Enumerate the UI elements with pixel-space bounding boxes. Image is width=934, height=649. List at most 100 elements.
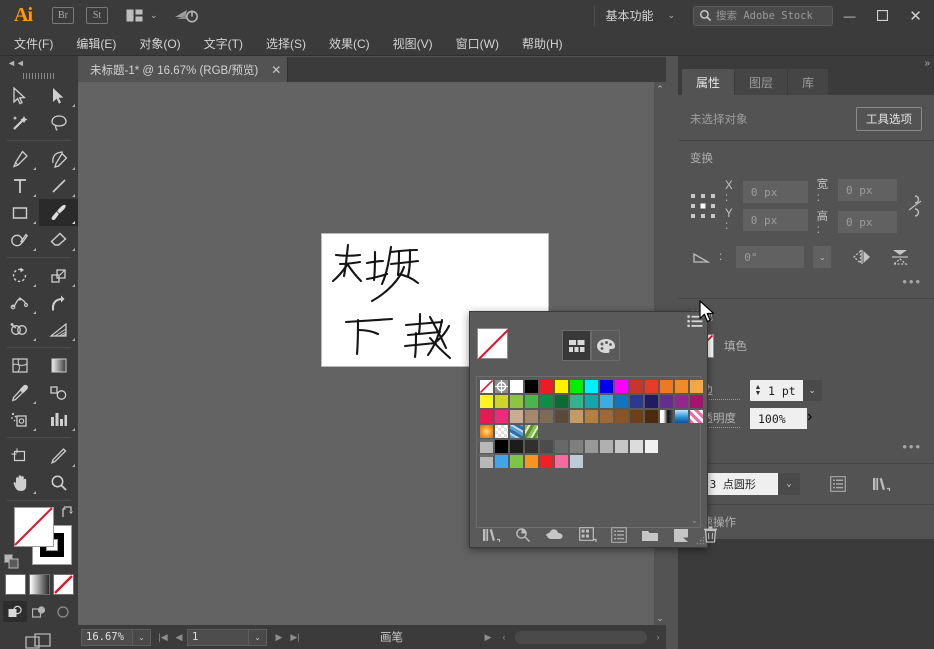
cloud-library-icon[interactable] [545, 528, 565, 542]
close-icon[interactable]: ✕ [271, 63, 281, 77]
blend-tool[interactable] [39, 379, 78, 406]
curvature-tool[interactable] [39, 145, 78, 172]
tab-libraries[interactable]: 库 [788, 69, 829, 95]
zoom-tool[interactable] [39, 469, 78, 496]
menu-item-type[interactable]: 文字(T) [204, 35, 243, 52]
status-menu-button[interactable]: ▶ [480, 629, 496, 646]
crimson-swatch[interactable] [479, 409, 494, 424]
new-swatch-icon[interactable] [673, 528, 689, 543]
tab-layers[interactable]: 图层 [735, 69, 788, 95]
swatches-scroll-down[interactable]: ⌄ [689, 516, 700, 525]
fill-color-box[interactable] [14, 507, 54, 547]
bridge-button[interactable]: Br [46, 0, 80, 31]
white-swatch[interactable] [509, 379, 524, 394]
gray-30-swatch[interactable] [539, 439, 554, 454]
menu-item-view[interactable]: 视图(V) [393, 35, 433, 52]
flip-vertical-icon[interactable] [891, 248, 909, 266]
black-swatch[interactable] [524, 379, 539, 394]
none-swatch[interactable] [479, 379, 494, 394]
menu-item-edit[interactable]: 编辑(E) [76, 35, 116, 52]
line-segment-tool[interactable] [39, 172, 78, 199]
swatches-panel[interactable]: ⌃ ⌄ [469, 311, 717, 548]
bright-green-swatch[interactable] [509, 454, 524, 469]
folder-icon[interactable] [641, 528, 659, 543]
paintbrush-tool[interactable] [39, 199, 78, 226]
workspace-switcher[interactable]: 基本功能 ⌄ [594, 4, 681, 27]
bright-blue-swatch[interactable] [494, 454, 509, 469]
color-group-2-icon[interactable] [479, 454, 494, 469]
trash-icon[interactable] [703, 527, 718, 543]
symbol-sprayer-tool[interactable] [0, 406, 39, 433]
panel-collapse-button[interactable]: » [924, 58, 930, 69]
blue-swatch[interactable] [599, 379, 614, 394]
x-input[interactable]: 0 px [742, 181, 808, 203]
cloud-sync-button[interactable] [174, 0, 198, 31]
scale-tool[interactable] [39, 262, 78, 289]
draw-inside-button[interactable] [51, 601, 75, 622]
lime-swatch[interactable] [509, 394, 524, 409]
flip-horizontal-icon[interactable] [852, 249, 872, 265]
magenta-swatch[interactable] [614, 379, 629, 394]
swatches-view-button[interactable] [562, 330, 591, 361]
bright-red-swatch[interactable] [539, 454, 554, 469]
gray-40-swatch[interactable] [554, 439, 569, 454]
y-input[interactable]: 0 px [742, 209, 808, 231]
perspective-grid-tool[interactable] [39, 316, 78, 343]
green-texture-pattern-swatch[interactable] [524, 424, 539, 439]
checker-pattern-swatch[interactable] [494, 424, 509, 439]
document-tab[interactable]: 未标题-1* @ 16.67% (RGB/预览) ✕ [78, 57, 289, 82]
green-swatch[interactable] [569, 379, 584, 394]
direct-selection-tool[interactable] [39, 82, 78, 109]
next-artboard-button[interactable]: ▶ [271, 629, 287, 646]
maximize-button[interactable] [866, 0, 899, 31]
minimize-button[interactable]: — [833, 0, 866, 31]
arrange-documents-button[interactable]: ⌄ [114, 0, 158, 31]
last-artboard-button[interactable]: ▶| [287, 629, 303, 646]
shape-builder-tool[interactable] [0, 316, 39, 343]
bright-orange-swatch[interactable] [524, 454, 539, 469]
eraser-tool[interactable] [39, 226, 78, 253]
yellow-swatch[interactable] [554, 379, 569, 394]
stock-button[interactable]: St [80, 0, 114, 31]
transform-more-options-button[interactable]: ••• [690, 274, 922, 289]
green2-swatch[interactable] [524, 394, 539, 409]
width-input[interactable]: 0 px [838, 179, 898, 201]
height-input[interactable]: 0 px [838, 211, 898, 233]
swatches-scroll-up[interactable]: ⌃ [689, 379, 700, 388]
white-black-gradient-swatch[interactable] [659, 409, 674, 424]
caramel-swatch[interactable] [584, 409, 599, 424]
menu-item-effect[interactable]: 效果(C) [329, 35, 370, 52]
gradient-tool[interactable] [39, 352, 78, 379]
yellow2-swatch[interactable] [479, 394, 494, 409]
rotate-tool[interactable] [0, 262, 39, 289]
appearance-more-options-button[interactable]: ••• [690, 439, 922, 454]
swatches-grid-container[interactable]: ⌃ ⌄ [476, 376, 704, 528]
constrain-proportions-broken-icon[interactable] [908, 194, 922, 218]
menu-item-window[interactable]: 窗口(W) [456, 35, 499, 52]
brick-swatch[interactable] [629, 379, 644, 394]
brush-libraries-icon[interactable] [872, 476, 891, 492]
pen-tool[interactable] [0, 145, 39, 172]
tool-options-button[interactable]: 工具选项 [856, 107, 922, 131]
first-artboard-button[interactable]: |◀ [155, 629, 171, 646]
tools-collapse-button[interactable]: ◄◄ [0, 56, 78, 70]
darknavy-swatch[interactable] [644, 394, 659, 409]
bronze-swatch[interactable] [599, 409, 614, 424]
swatch-libraries-icon[interactable] [482, 527, 501, 543]
panel-menu-icon[interactable] [687, 315, 703, 328]
darkgreen-swatch[interactable] [554, 394, 569, 409]
free-transform-tool[interactable] [39, 289, 78, 316]
rectangle-tool[interactable] [0, 199, 39, 226]
purple-swatch[interactable] [659, 394, 674, 409]
navy-swatch[interactable] [629, 394, 644, 409]
orange-swatch[interactable] [659, 379, 674, 394]
eyedropper-tool[interactable] [0, 379, 39, 406]
skyblue-swatch[interactable] [599, 394, 614, 409]
sand-swatch[interactable] [569, 409, 584, 424]
color-mode-button[interactable] [4, 574, 26, 595]
gray-100-swatch[interactable] [644, 439, 659, 454]
width-tool[interactable] [0, 289, 39, 316]
swatch-kinds-icon[interactable] [579, 527, 597, 543]
hand-tool[interactable] [0, 469, 39, 496]
gray-20-swatch[interactable] [524, 439, 539, 454]
